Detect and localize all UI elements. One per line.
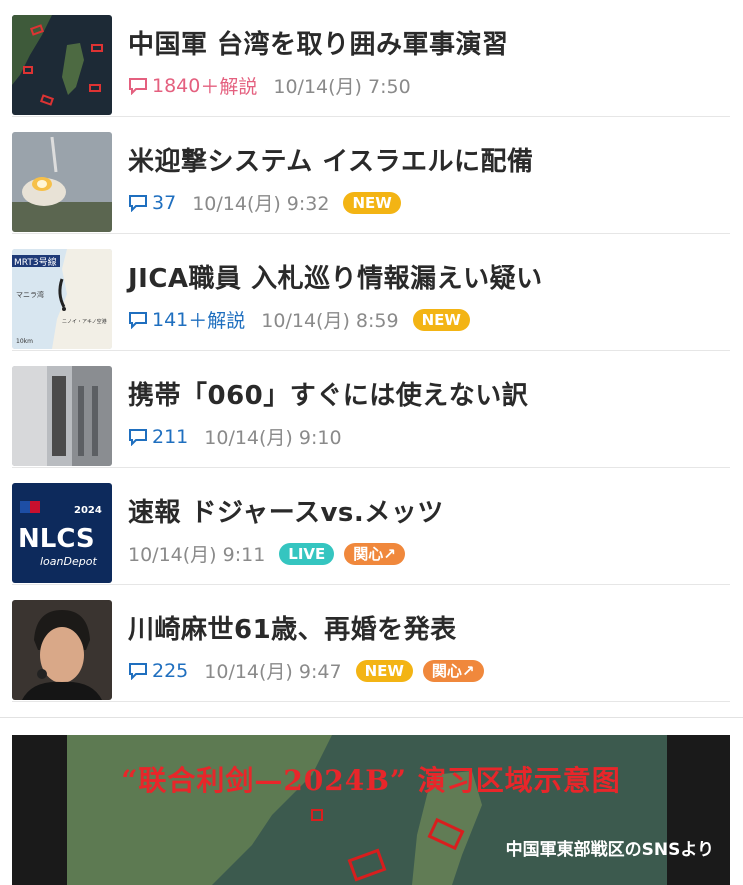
new-badge: NEW xyxy=(355,659,413,682)
article-meta: 225 10/14(月) 9:47 NEW 関心↗ xyxy=(128,657,494,684)
list-item[interactable]: 携帯「060」すぐには使えない訳 211 10/14(月) 9:10 xyxy=(12,351,730,468)
article-date: 10/14(月) 9:32 xyxy=(192,193,330,215)
metro-scale: 10km xyxy=(16,338,33,345)
live-badge: LIVE xyxy=(279,542,335,565)
comment-icon xyxy=(129,428,147,446)
article-title[interactable]: 携帯「060」すぐには使えない訳 xyxy=(128,375,528,412)
nlcs-sponsor: loanDepot xyxy=(40,555,97,568)
featured-image[interactable]: “联合利剑—2024B” 演习区域示意图 中国軍東部戦区のSNSより xyxy=(12,735,730,885)
commentary-label: ＋解説 xyxy=(200,76,258,98)
metro-place-airport: ニノイ・アキノ空港 xyxy=(62,318,107,325)
comment-icon xyxy=(129,662,147,680)
article-date: 10/14(月) 9:47 xyxy=(204,661,342,683)
article-date: 10/14(月) 9:11 xyxy=(128,544,266,566)
article-title[interactable]: 中国軍 台湾を取り囲み軍事演習 xyxy=(128,24,509,61)
list-item[interactable]: 2024 NLCS loanDepot 速報 ドジャースvs.メッツ 10/14… xyxy=(12,468,730,585)
comment-number: 1840 xyxy=(152,74,201,97)
list-item[interactable]: 川崎麻世61歳、再婚を発表 225 10/14(月) 9:47 NEW 関心↗ xyxy=(12,585,730,702)
comment-count[interactable]: 225 xyxy=(128,660,188,682)
comment-count[interactable]: 37 xyxy=(128,192,176,214)
nlcs-logo-thumbnail[interactable]: 2024 NLCS loanDepot xyxy=(12,483,112,583)
comment-number: 141 xyxy=(152,308,189,331)
comment-number: 37 xyxy=(152,191,177,214)
commentary-label: ＋解説 xyxy=(188,310,246,332)
comment-icon xyxy=(129,77,147,95)
metro-place-bay: マニラ湾 xyxy=(16,290,44,299)
article-date: 10/14(月) 8:59 xyxy=(261,310,399,332)
list-item[interactable]: 中国軍 台湾を取り囲み軍事演習 1840 ＋解説 10/14(月) 7:50 xyxy=(12,0,730,117)
comment-count[interactable]: 1840 ＋解説 xyxy=(128,72,257,99)
metro-map-thumbnail[interactable]: MRT3号線 マニラ湾 ニノイ・アキノ空港 10km xyxy=(12,249,112,349)
article-meta: 1840 ＋解説 10/14(月) 7:50 xyxy=(128,72,425,99)
section-divider xyxy=(0,717,743,718)
nlcs-year: 2024 xyxy=(74,505,102,516)
nlcs-main: NLCS xyxy=(18,524,95,554)
article-date: 10/14(月) 7:50 xyxy=(273,76,411,98)
portrait-thumbnail[interactable] xyxy=(12,600,112,700)
featured-image-caption: 中国軍東部戦区のSNSより xyxy=(505,840,714,860)
comment-number: 225 xyxy=(152,659,189,682)
metro-label: MRT3号線 xyxy=(14,256,57,268)
article-title[interactable]: JICA職員 入札巡り情報漏えい疑い xyxy=(128,258,543,295)
article-meta: 10/14(月) 9:11 LIVE 関心↗ xyxy=(128,540,415,567)
article-meta: 37 10/14(月) 9:32 NEW xyxy=(128,189,411,216)
article-title[interactable]: 川崎麻世61歳、再婚を発表 xyxy=(128,609,457,646)
article-meta: 211 10/14(月) 9:10 xyxy=(128,423,356,450)
article-meta: 141 ＋解説 10/14(月) 8:59 NEW xyxy=(128,306,480,333)
missile-launch-thumbnail[interactable] xyxy=(12,132,112,232)
featured-image-title: “联合利剑—2024B” 演习区域示意图 xyxy=(121,764,621,797)
article-title[interactable]: 速報 ドジャースvs.メッツ xyxy=(128,492,444,529)
new-badge: NEW xyxy=(343,191,401,214)
new-badge: NEW xyxy=(412,308,470,331)
interest-badge: 関心↗ xyxy=(422,659,484,682)
interest-badge: 関心↗ xyxy=(344,542,405,565)
map-taiwan-thumbnail[interactable] xyxy=(12,15,112,115)
list-item[interactable]: MRT3号線 マニラ湾 ニノイ・アキノ空港 10km JICA職員 入札巡り情報… xyxy=(12,234,730,351)
comment-icon xyxy=(129,311,147,329)
article-title[interactable]: 米迎撃システム イスラエルに配備 xyxy=(128,141,534,178)
article-date: 10/14(月) 9:10 xyxy=(204,427,342,449)
comment-icon xyxy=(129,194,147,212)
comment-number: 211 xyxy=(152,425,189,448)
list-item[interactable]: 米迎撃システム イスラエルに配備 37 10/14(月) 9:32 NEW xyxy=(12,117,730,234)
comment-count[interactable]: 211 xyxy=(128,426,188,448)
comment-count[interactable]: 141 ＋解説 xyxy=(128,306,245,333)
building-thumbnail[interactable] xyxy=(12,366,112,466)
